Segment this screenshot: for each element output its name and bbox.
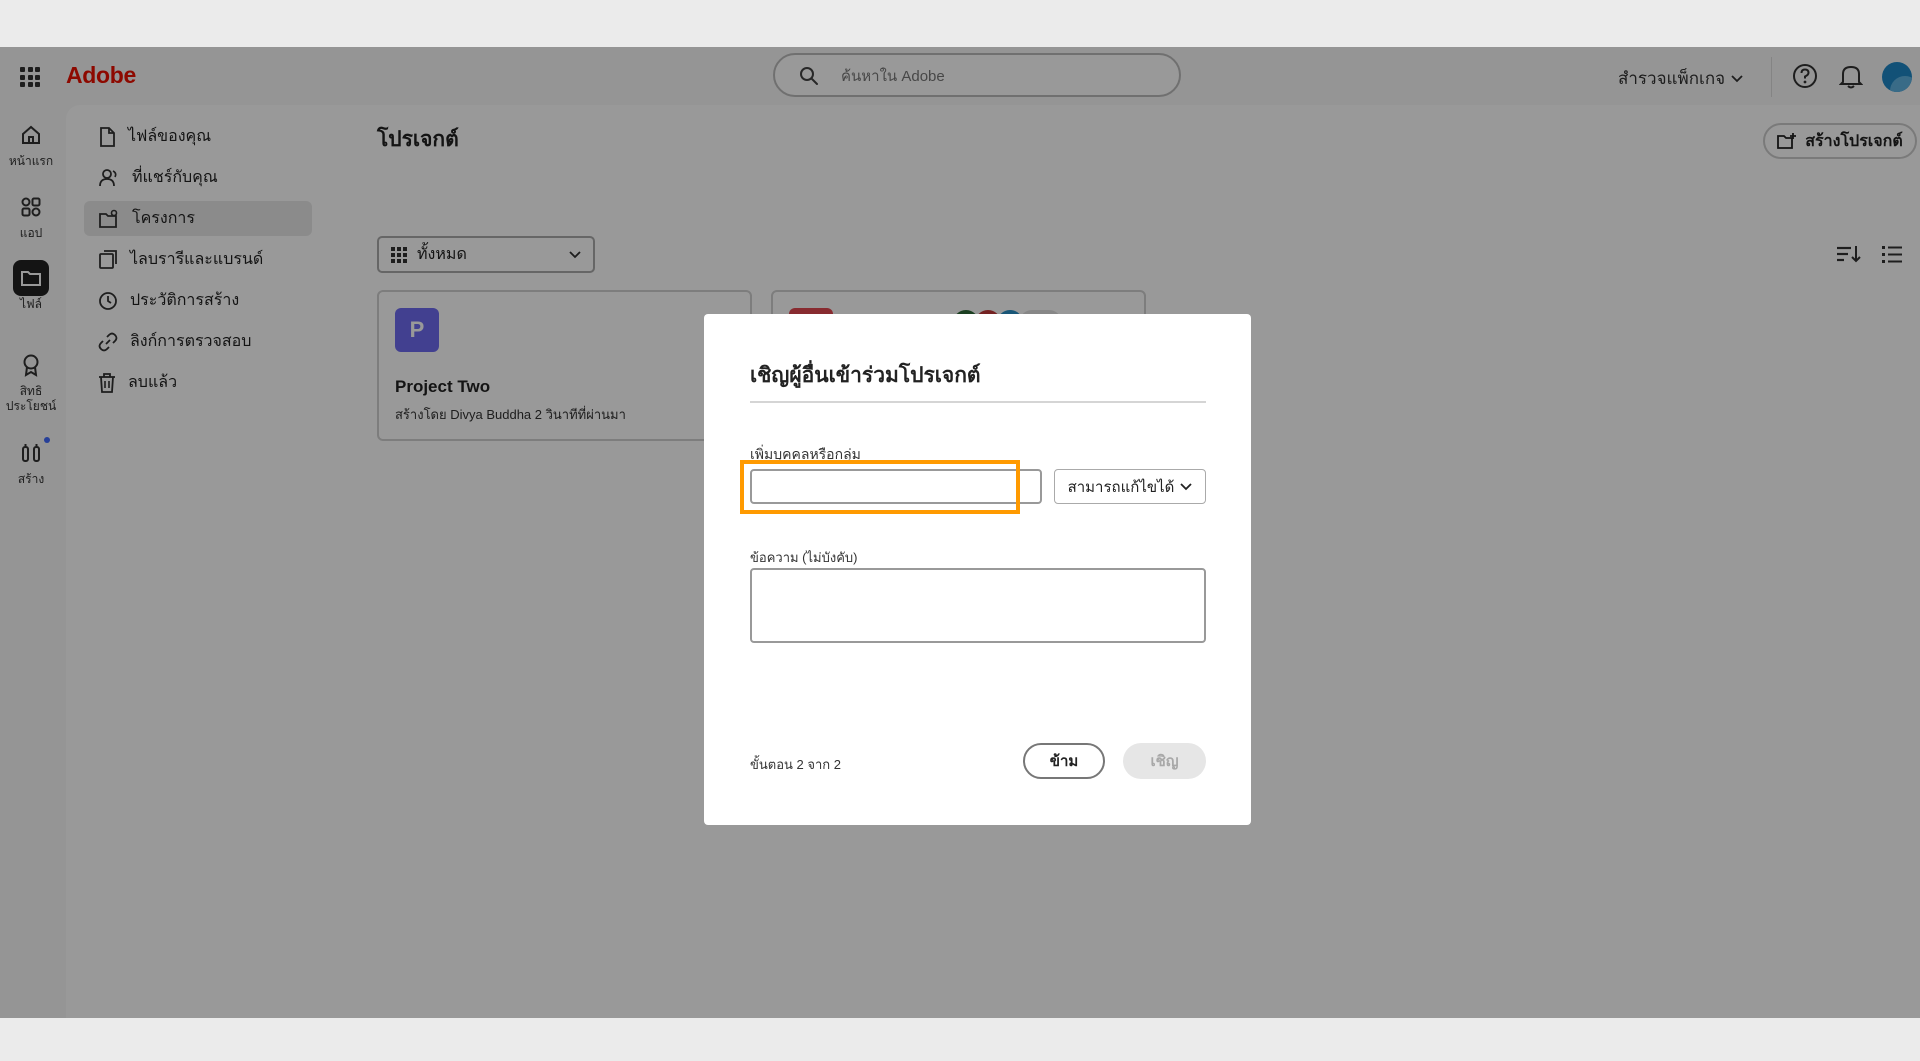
- invite-dialog: เชิญผู้อื่นเข้าร่วมโปรเจกต์ เพิ่มบุคคลหร…: [704, 314, 1251, 825]
- skip-button[interactable]: ข้าม: [1023, 743, 1105, 779]
- dialog-divider: [750, 401, 1206, 403]
- app-window: Adobe สำรวจแพ็กเกจ หน้าแรก แอป ไฟล์: [0, 47, 1920, 1018]
- permission-value: สามารถแก้ไขได้: [1067, 478, 1175, 496]
- message-textarea[interactable]: [750, 568, 1206, 643]
- message-label: ข้อความ (ไม่บังคับ): [750, 550, 858, 565]
- chevron-down-icon: [1180, 482, 1193, 490]
- dialog-title: เชิญผู้อื่นเข้าร่วมโปรเจกต์: [750, 364, 981, 387]
- focus-highlight-box: [740, 460, 1020, 514]
- invite-button[interactable]: เชิญ: [1123, 743, 1206, 779]
- step-indicator: ขั้นตอน 2 จาก 2: [750, 757, 841, 772]
- permission-dropdown[interactable]: สามารถแก้ไขได้: [1054, 469, 1206, 504]
